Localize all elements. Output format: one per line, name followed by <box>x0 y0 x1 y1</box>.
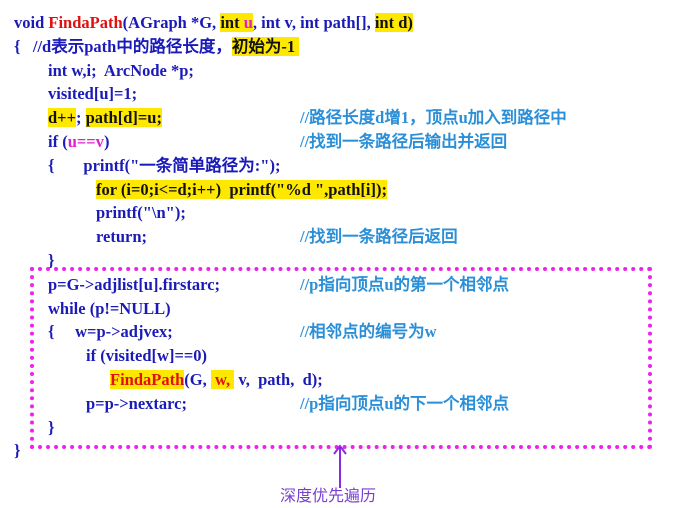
code-line: { //d表示path中的路径长度，初始为-1 <box>14 36 300 58</box>
highlighted-code-segment: u <box>243 13 253 32</box>
code-segment: void <box>14 13 49 32</box>
code-segment: printf("\n"); <box>96 203 186 223</box>
code-segment: FindaPath <box>48 13 123 32</box>
code-segment: ) <box>103 132 110 151</box>
code-comment: //找到一条路径后返回 <box>300 227 458 247</box>
code-segment: visited[u]=1; <box>48 84 138 104</box>
code-line: if (u==v) <box>48 131 109 153</box>
code-segment: , int v, int path[], <box>252 13 375 32</box>
code-segment: { <box>14 36 33 56</box>
highlighted-code-segment: int <box>220 13 244 32</box>
code-line: } <box>14 440 21 462</box>
code-segment: //d表示path中的路径长度， <box>32 36 232 56</box>
code-segment: return; <box>96 227 148 247</box>
code-segment: (AGraph *G, <box>122 13 221 32</box>
code-segment: printf("一条简单路径为:"); <box>83 155 281 175</box>
code-slide: void FindaPath(AGraph *G, int u, int v, … <box>0 0 696 508</box>
dfs-highlight-box <box>30 267 652 449</box>
highlighted-code-segment: path[d]=u; <box>85 108 162 128</box>
code-comment: //路径长度d增1，顶点u加入到路径中 <box>300 108 567 128</box>
code-segment: u==v <box>67 132 104 151</box>
code-segment: { <box>48 155 84 175</box>
code-segment: int w,i; ArcNode *p; <box>48 60 194 80</box>
code-line: for (i=0;i<=d;i++) printf("%d ",path[i])… <box>96 179 387 201</box>
code-line: void FindaPath(AGraph *G, int u, int v, … <box>14 12 413 34</box>
highlighted-code-segment: for (i=0;i<=d;i++) printf("%d ",path[i])… <box>96 179 387 199</box>
highlighted-code-segment: 初始为-1 <box>231 36 300 56</box>
code-line: { printf("一条简单路径为:"); <box>48 155 280 177</box>
code-comment: //找到一条路径后输出并返回 <box>300 132 508 151</box>
code-line: int w,i; ArcNode *p; <box>48 60 194 82</box>
highlighted-code-segment: int d) <box>374 13 413 32</box>
code-line: d++; path[d]=u; <box>48 107 162 129</box>
code-segment: if ( <box>48 132 68 151</box>
code-line: visited[u]=1; <box>48 83 137 105</box>
code-segment: ; <box>75 108 86 128</box>
code-line: printf("\n"); <box>96 202 186 224</box>
code-line: return; <box>96 226 147 248</box>
dfs-annotation-label: 深度优先遍历 <box>280 486 377 505</box>
code-segment: } <box>14 441 21 461</box>
highlighted-code-segment: d++ <box>48 108 76 128</box>
